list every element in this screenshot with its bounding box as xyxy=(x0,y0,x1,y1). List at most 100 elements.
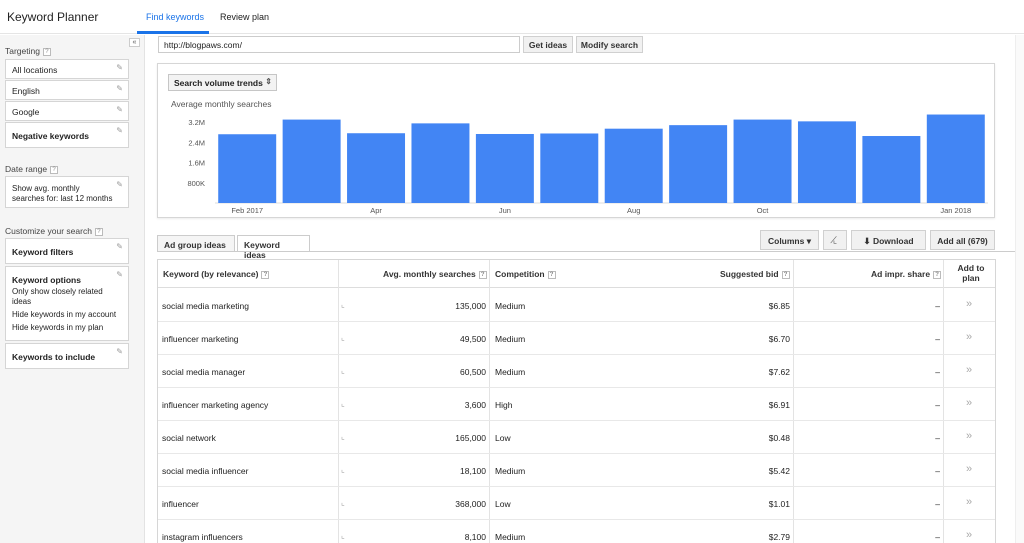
trend-chart-icon[interactable]: ⌞ xyxy=(341,465,345,474)
chart-toggle-button[interactable]: ⌞̸ xyxy=(823,230,847,250)
header-ad-impr-share[interactable]: Ad impr. share? xyxy=(871,269,942,279)
add-to-plan-icon[interactable]: » xyxy=(966,430,972,442)
ad-impr-share-cell: – xyxy=(935,301,940,311)
sidebar-item-date-range[interactable]: Show avg. monthly searches for: last 12 … xyxy=(5,176,129,208)
collapse-sidebar-button[interactable]: « xyxy=(129,38,140,47)
avg-searches-cell: 49,500 xyxy=(460,334,486,344)
customize-heading-text: Customize your search xyxy=(5,226,92,236)
help-icon[interactable]: ? xyxy=(933,271,942,279)
date-range-line: searches for: last 12 months xyxy=(12,194,113,203)
add-to-plan-icon[interactable]: » xyxy=(966,397,972,409)
table-row[interactable]: social network ⌞ 165,000 Low $0.48 – » xyxy=(158,421,995,454)
table-row[interactable]: social media manager ⌞ 60,500 Medium $7.62 – » xyxy=(158,355,995,388)
chart-bar[interactable] xyxy=(733,119,792,203)
add-all-button[interactable]: Add all (679) xyxy=(930,230,995,250)
keyword-cell[interactable]: influencer marketing agency xyxy=(162,400,268,410)
chart-bar[interactable] xyxy=(411,123,470,203)
keyword-cell[interactable]: social media marketing xyxy=(162,301,249,311)
chart-bar[interactable] xyxy=(604,128,663,203)
sidebar-item-network[interactable]: Google ✎ xyxy=(5,101,129,121)
chart-bar[interactable] xyxy=(218,134,277,203)
add-to-plan-icon[interactable]: » xyxy=(966,463,972,475)
url-input[interactable]: http://blogpaws.com/ xyxy=(158,36,520,53)
keyword-cell[interactable]: instagram influencers xyxy=(162,532,243,542)
trend-chart-icon[interactable]: ⌞ xyxy=(341,399,345,408)
sidebar-item-keyword-filters[interactable]: Keyword filters ✎ xyxy=(5,238,129,264)
tab-ad-group-ideas[interactable]: Ad group ideas xyxy=(157,235,235,252)
chart-bar[interactable] xyxy=(669,125,728,203)
chart-bar[interactable] xyxy=(540,133,599,203)
pencil-icon[interactable]: ✎ xyxy=(116,105,123,114)
help-icon[interactable]: ? xyxy=(50,166,59,174)
competition-cell: Low xyxy=(495,499,511,509)
pencil-icon[interactable]: ✎ xyxy=(116,180,123,189)
add-to-plan-icon[interactable]: » xyxy=(966,331,972,343)
header-keyword[interactable]: Keyword (by relevance)? xyxy=(163,269,270,279)
get-ideas-button[interactable]: Get ideas xyxy=(523,36,573,53)
help-icon[interactable]: ? xyxy=(547,271,556,279)
pencil-icon[interactable]: ✎ xyxy=(116,242,123,251)
keyword-cell[interactable]: influencer marketing xyxy=(162,334,239,344)
tabs-divider xyxy=(157,251,1016,252)
help-icon[interactable]: ? xyxy=(42,48,51,56)
help-icon[interactable]: ? xyxy=(261,271,270,279)
sidebar-item-language[interactable]: English ✎ xyxy=(5,80,129,100)
trend-chart-icon[interactable]: ⌞ xyxy=(341,300,345,309)
table-row[interactable]: influencer marketing ⌞ 49,500 Medium $6.70 – » xyxy=(158,322,995,355)
sidebar-item-label: Negative keywords xyxy=(12,131,90,141)
tab-find-keywords[interactable]: Find keywords xyxy=(146,12,204,22)
columns-button[interactable]: Columns ▾ xyxy=(760,230,819,250)
keyword-cell[interactable]: influencer xyxy=(162,499,199,509)
search-volume-trends-select[interactable]: Search volume trends ⇕ xyxy=(168,74,277,91)
chart-bar[interactable] xyxy=(797,121,856,203)
chart-bar[interactable] xyxy=(347,133,406,203)
table-row[interactable]: influencer ⌞ 368,000 Low $1.01 – » xyxy=(158,487,995,520)
keyword-cell[interactable]: social network xyxy=(162,433,216,443)
date-range-line: Show avg. monthly xyxy=(12,184,80,193)
chart-bar[interactable] xyxy=(862,136,921,203)
header-avg-searches[interactable]: Avg. monthly searches? xyxy=(383,269,487,279)
sidebar-item-keywords-to-include[interactable]: Keywords to include ✎ xyxy=(5,343,129,369)
header-competition[interactable]: Competition? xyxy=(495,269,556,279)
x-tick-label: Apr xyxy=(370,206,382,215)
trend-chart-icon[interactable]: ⌞ xyxy=(341,366,345,375)
trend-chart-icon[interactable]: ⌞ xyxy=(341,531,345,540)
x-tick-label: Oct xyxy=(757,206,770,215)
keyword-cell[interactable]: social media influencer xyxy=(162,466,248,476)
keyword-cell[interactable]: social media manager xyxy=(162,367,245,377)
tab-keyword-ideas[interactable]: Keyword ideas xyxy=(237,235,310,260)
tab-review-plan[interactable]: Review plan xyxy=(220,12,269,22)
trend-chart-icon[interactable]: ⌞ xyxy=(341,432,345,441)
table-row[interactable]: social media marketing ⌞ 135,000 Medium $6.8… xyxy=(158,289,995,322)
help-icon[interactable]: ? xyxy=(94,228,103,236)
help-icon[interactable]: ? xyxy=(478,271,487,279)
add-to-plan-icon[interactable]: » xyxy=(966,529,972,541)
sidebar-item-keyword-options[interactable]: Keyword options Only show closely relate… xyxy=(5,266,129,341)
chart-bar[interactable] xyxy=(926,114,985,203)
table-row[interactable]: instagram influencers ⌞ 8,100 Medium $2.79 – » xyxy=(158,520,995,543)
sidebar-item-locations[interactable]: All locations ✎ xyxy=(5,59,129,79)
add-to-plan-icon[interactable]: » xyxy=(966,364,972,376)
table-row[interactable]: influencer marketing agency ⌞ 3,600 High $6.… xyxy=(158,388,995,421)
sidebar-item-negative-keywords[interactable]: Negative keywords ✎ xyxy=(5,122,129,148)
chart-bar[interactable] xyxy=(475,133,534,203)
trend-chart-icon[interactable]: ⌞ xyxy=(341,498,345,507)
pencil-icon[interactable]: ✎ xyxy=(116,270,123,279)
chart-bar[interactable] xyxy=(282,119,341,203)
modify-search-button[interactable]: Modify search xyxy=(576,36,643,53)
pencil-icon[interactable]: ✎ xyxy=(116,347,123,356)
pencil-icon[interactable]: ✎ xyxy=(116,126,123,135)
add-to-plan-icon[interactable]: » xyxy=(966,496,972,508)
pencil-icon[interactable]: ✎ xyxy=(116,63,123,72)
pencil-icon[interactable]: ✎ xyxy=(116,84,123,93)
add-to-plan-icon[interactable]: » xyxy=(966,298,972,310)
header-suggested-bid[interactable]: Suggested bid? xyxy=(720,269,790,279)
page-scrollbar[interactable] xyxy=(1015,35,1024,543)
competition-cell: Medium xyxy=(495,367,526,377)
header-add-line1: Add to xyxy=(957,263,985,273)
chevron-down-icon: ▾ xyxy=(806,236,812,246)
trend-chart-icon[interactable]: ⌞ xyxy=(341,333,345,342)
table-row[interactable]: social media influencer ⌞ 18,100 Medium $5.4… xyxy=(158,454,995,487)
help-icon[interactable]: ? xyxy=(781,271,790,279)
download-button[interactable]: ⬇ Download xyxy=(851,230,926,250)
